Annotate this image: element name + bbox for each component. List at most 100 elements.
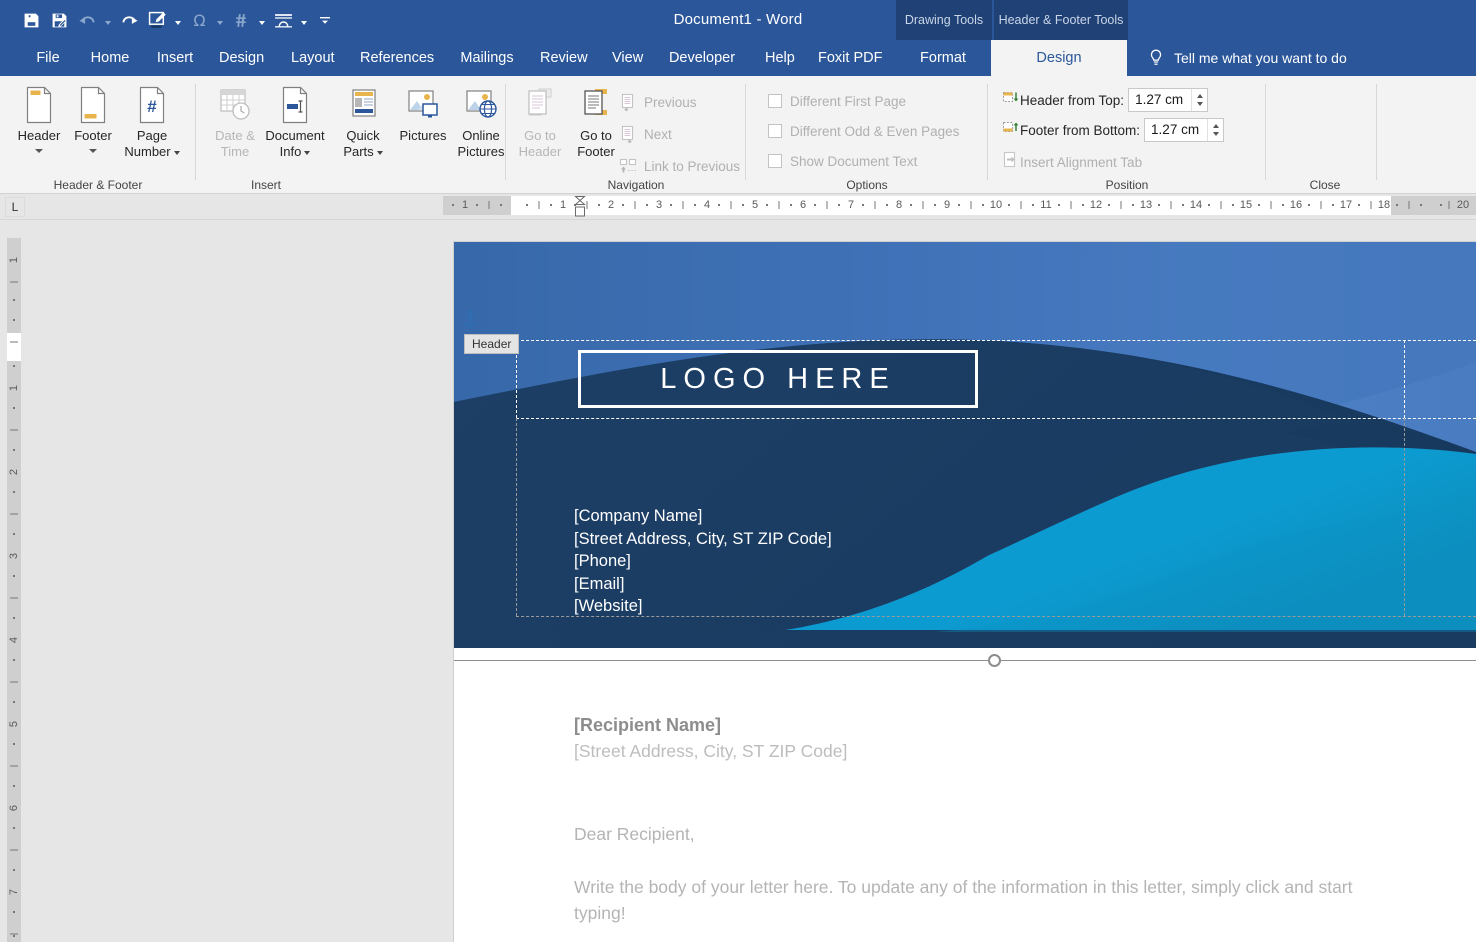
header-from-top-spinner[interactable]: 1.27 cm: [1128, 88, 1209, 112]
header-guide-logo-bottom: [516, 418, 1476, 419]
footer-from-bottom-label: Footer from Bottom:: [1020, 122, 1141, 138]
date-time-button[interactable]: Date & Time: [204, 82, 266, 160]
symbol-icon[interactable]: Ω: [186, 5, 212, 35]
company-email: [Email]: [574, 574, 625, 593]
header-dropdown-caret-icon[interactable]: [35, 144, 43, 158]
ribbon-group-header-footer: Header Footer # Page Number Header & Foo…: [0, 76, 196, 194]
document-page[interactable]: Header LOGO HERE [Company Name] [Street …: [454, 242, 1476, 942]
lightbulb-icon: [1148, 48, 1164, 68]
header-from-top-value[interactable]: 1.27 cm: [1129, 89, 1191, 111]
online-pictures-button[interactable]: Online Pictures: [450, 82, 512, 160]
pictures-button[interactable]: Pictures: [392, 82, 454, 144]
draw-icon[interactable]: [144, 5, 170, 35]
quick-parts-label-1: Quick: [346, 128, 380, 143]
show-document-text-checkbox[interactable]: Show Document Text: [768, 150, 917, 172]
group-label-close: Close: [1309, 178, 1341, 192]
tab-foxit-pdf[interactable]: Foxit PDF: [808, 40, 892, 76]
online-pictures-icon: [463, 82, 499, 128]
different-first-page-checkbox[interactable]: Different First Page: [768, 90, 906, 112]
draw-dropdown-icon[interactable]: [172, 5, 184, 35]
field-dropdown-icon[interactable]: [256, 5, 268, 35]
tab-insert[interactable]: Insert: [146, 40, 204, 76]
save-as-icon[interactable]: [46, 5, 72, 35]
vertical-ruler[interactable]: 1 1 2 3 4 5 6 7 8 9 10: [0, 220, 26, 942]
checkbox-icon: [768, 154, 782, 168]
footer-from-bottom-value[interactable]: 1.27 cm: [1145, 119, 1207, 141]
save-icon[interactable]: [18, 5, 44, 35]
letter-body[interactable]: [Recipient Name] [Street Address, City, …: [574, 712, 1374, 926]
undo-dropdown-icon[interactable]: [102, 5, 114, 35]
different-odd-even-label: Different Odd & Even Pages: [790, 123, 960, 139]
tell-me-placeholder: Tell me what you want to do: [1174, 50, 1347, 66]
quick-parts-button[interactable]: Quick Parts: [334, 82, 392, 160]
tab-layout[interactable]: Layout: [281, 40, 343, 76]
go-to-footer-button[interactable]: Go to Footer: [568, 82, 624, 160]
insert-alignment-tab-button[interactable]: Insert Alignment Tab: [1002, 150, 1142, 174]
ruler-track[interactable]: 1 1 2 3 4 5 6 7 8 9 10 11 12 13 14 15 16…: [443, 196, 1476, 215]
online-pictures-label-2: Pictures: [457, 144, 505, 159]
tab-stop-selector[interactable]: L: [5, 197, 25, 217]
tab-developer[interactable]: Developer: [657, 40, 747, 76]
go-to-header-icon: [523, 82, 557, 128]
header-button[interactable]: Header: [8, 82, 70, 158]
page-number-label-1: Page: [136, 128, 168, 143]
contextual-tools-header-footer: Header & Footer Tools: [994, 0, 1128, 40]
header-from-top-label: Header from Top:: [1020, 92, 1125, 108]
ribbon-group-insert: Date & Time Document Info Quick Parts Pi…: [196, 76, 506, 194]
spinner-arrows-icon[interactable]: [1207, 119, 1223, 141]
tab-mailings[interactable]: Mailings: [450, 40, 524, 76]
link-to-previous-button[interactable]: Link to Previous: [618, 154, 740, 178]
company-phone: [Phone]: [574, 552, 631, 571]
redo-icon[interactable]: [116, 5, 142, 35]
different-odd-even-pages-checkbox[interactable]: Different Odd & Even Pages: [768, 120, 959, 142]
tab-design-header-footer[interactable]: Design: [991, 40, 1127, 76]
footer-from-bottom-spinner[interactable]: 1.27 cm: [1144, 118, 1225, 142]
company-website: [Website]: [574, 597, 643, 616]
quick-parts-label-2: Parts: [343, 144, 383, 160]
horizontal-ruler[interactable]: L 1 1 2 3 4 5 6 7 8 9 10 11 12 13 14 15 …: [0, 194, 1476, 220]
ribbon: Header Footer # Page Number Header & Foo…: [0, 76, 1476, 194]
company-info-block[interactable]: [Company Name] [Street Address, City, ST…: [574, 505, 832, 618]
tab-help[interactable]: Help: [755, 40, 801, 76]
previous-button[interactable]: Previous: [618, 90, 697, 114]
salutation: Dear Recipient,: [574, 824, 695, 844]
customize-quick-access-icon[interactable]: [312, 5, 338, 35]
tab-design[interactable]: Design: [209, 40, 273, 76]
tab-home[interactable]: Home: [80, 40, 140, 76]
document-info-button[interactable]: Document Info: [258, 82, 332, 160]
page-number-button[interactable]: # Page Number: [116, 82, 188, 160]
footer-button[interactable]: Footer: [62, 82, 124, 158]
undo-icon[interactable]: [74, 5, 100, 35]
logo-placeholder-box[interactable]: LOGO HERE: [578, 350, 978, 408]
tab-file[interactable]: File: [20, 40, 76, 76]
header-dropdown-icon[interactable]: [298, 5, 310, 35]
tab-references[interactable]: References: [350, 40, 444, 76]
vertical-ruler-track[interactable]: 1 1 2 3 4 5 6 7: [7, 238, 21, 942]
pictures-label: Pictures: [399, 128, 447, 143]
go-to-header-label-1: Go to: [524, 128, 556, 143]
body-paragraph: Write the body of your letter here. To u…: [574, 877, 1353, 923]
header-guide-top: [516, 340, 1476, 341]
section-break-handle[interactable]: [988, 654, 1001, 667]
tell-me-search[interactable]: Tell me what you want to do: [1134, 40, 1390, 76]
footer-dropdown-caret-icon[interactable]: [89, 144, 97, 158]
go-to-header-button[interactable]: Go to Header: [512, 82, 568, 160]
field-icon[interactable]: [228, 5, 254, 35]
next-button[interactable]: Next: [618, 122, 672, 146]
date-time-label-1: Date &: [215, 128, 255, 143]
document-canvas[interactable]: Header LOGO HERE [Company Name] [Street …: [26, 220, 1476, 942]
group-separator: [1376, 84, 1377, 180]
quick-parts-icon: [346, 82, 380, 128]
header-icon[interactable]: [270, 5, 296, 35]
go-to-header-label-2: Header: [518, 144, 562, 159]
tab-view[interactable]: View: [602, 40, 652, 76]
anchor-icon: [462, 310, 478, 328]
symbol-dropdown-icon[interactable]: [214, 5, 226, 35]
ribbon-tab-strip: File Home Insert Design Layout Reference…: [0, 40, 1476, 76]
indent-marker[interactable]: [573, 194, 587, 218]
ruler-tick-marks: 1 1 2 3 4 5 6 7 8 9 10 11 12 13 14 15 16…: [443, 196, 1476, 215]
tab-format[interactable]: Format: [898, 40, 988, 76]
tab-review[interactable]: Review: [530, 40, 596, 76]
spinner-arrows-icon[interactable]: [1191, 89, 1207, 111]
section-break-line: [454, 660, 1476, 661]
